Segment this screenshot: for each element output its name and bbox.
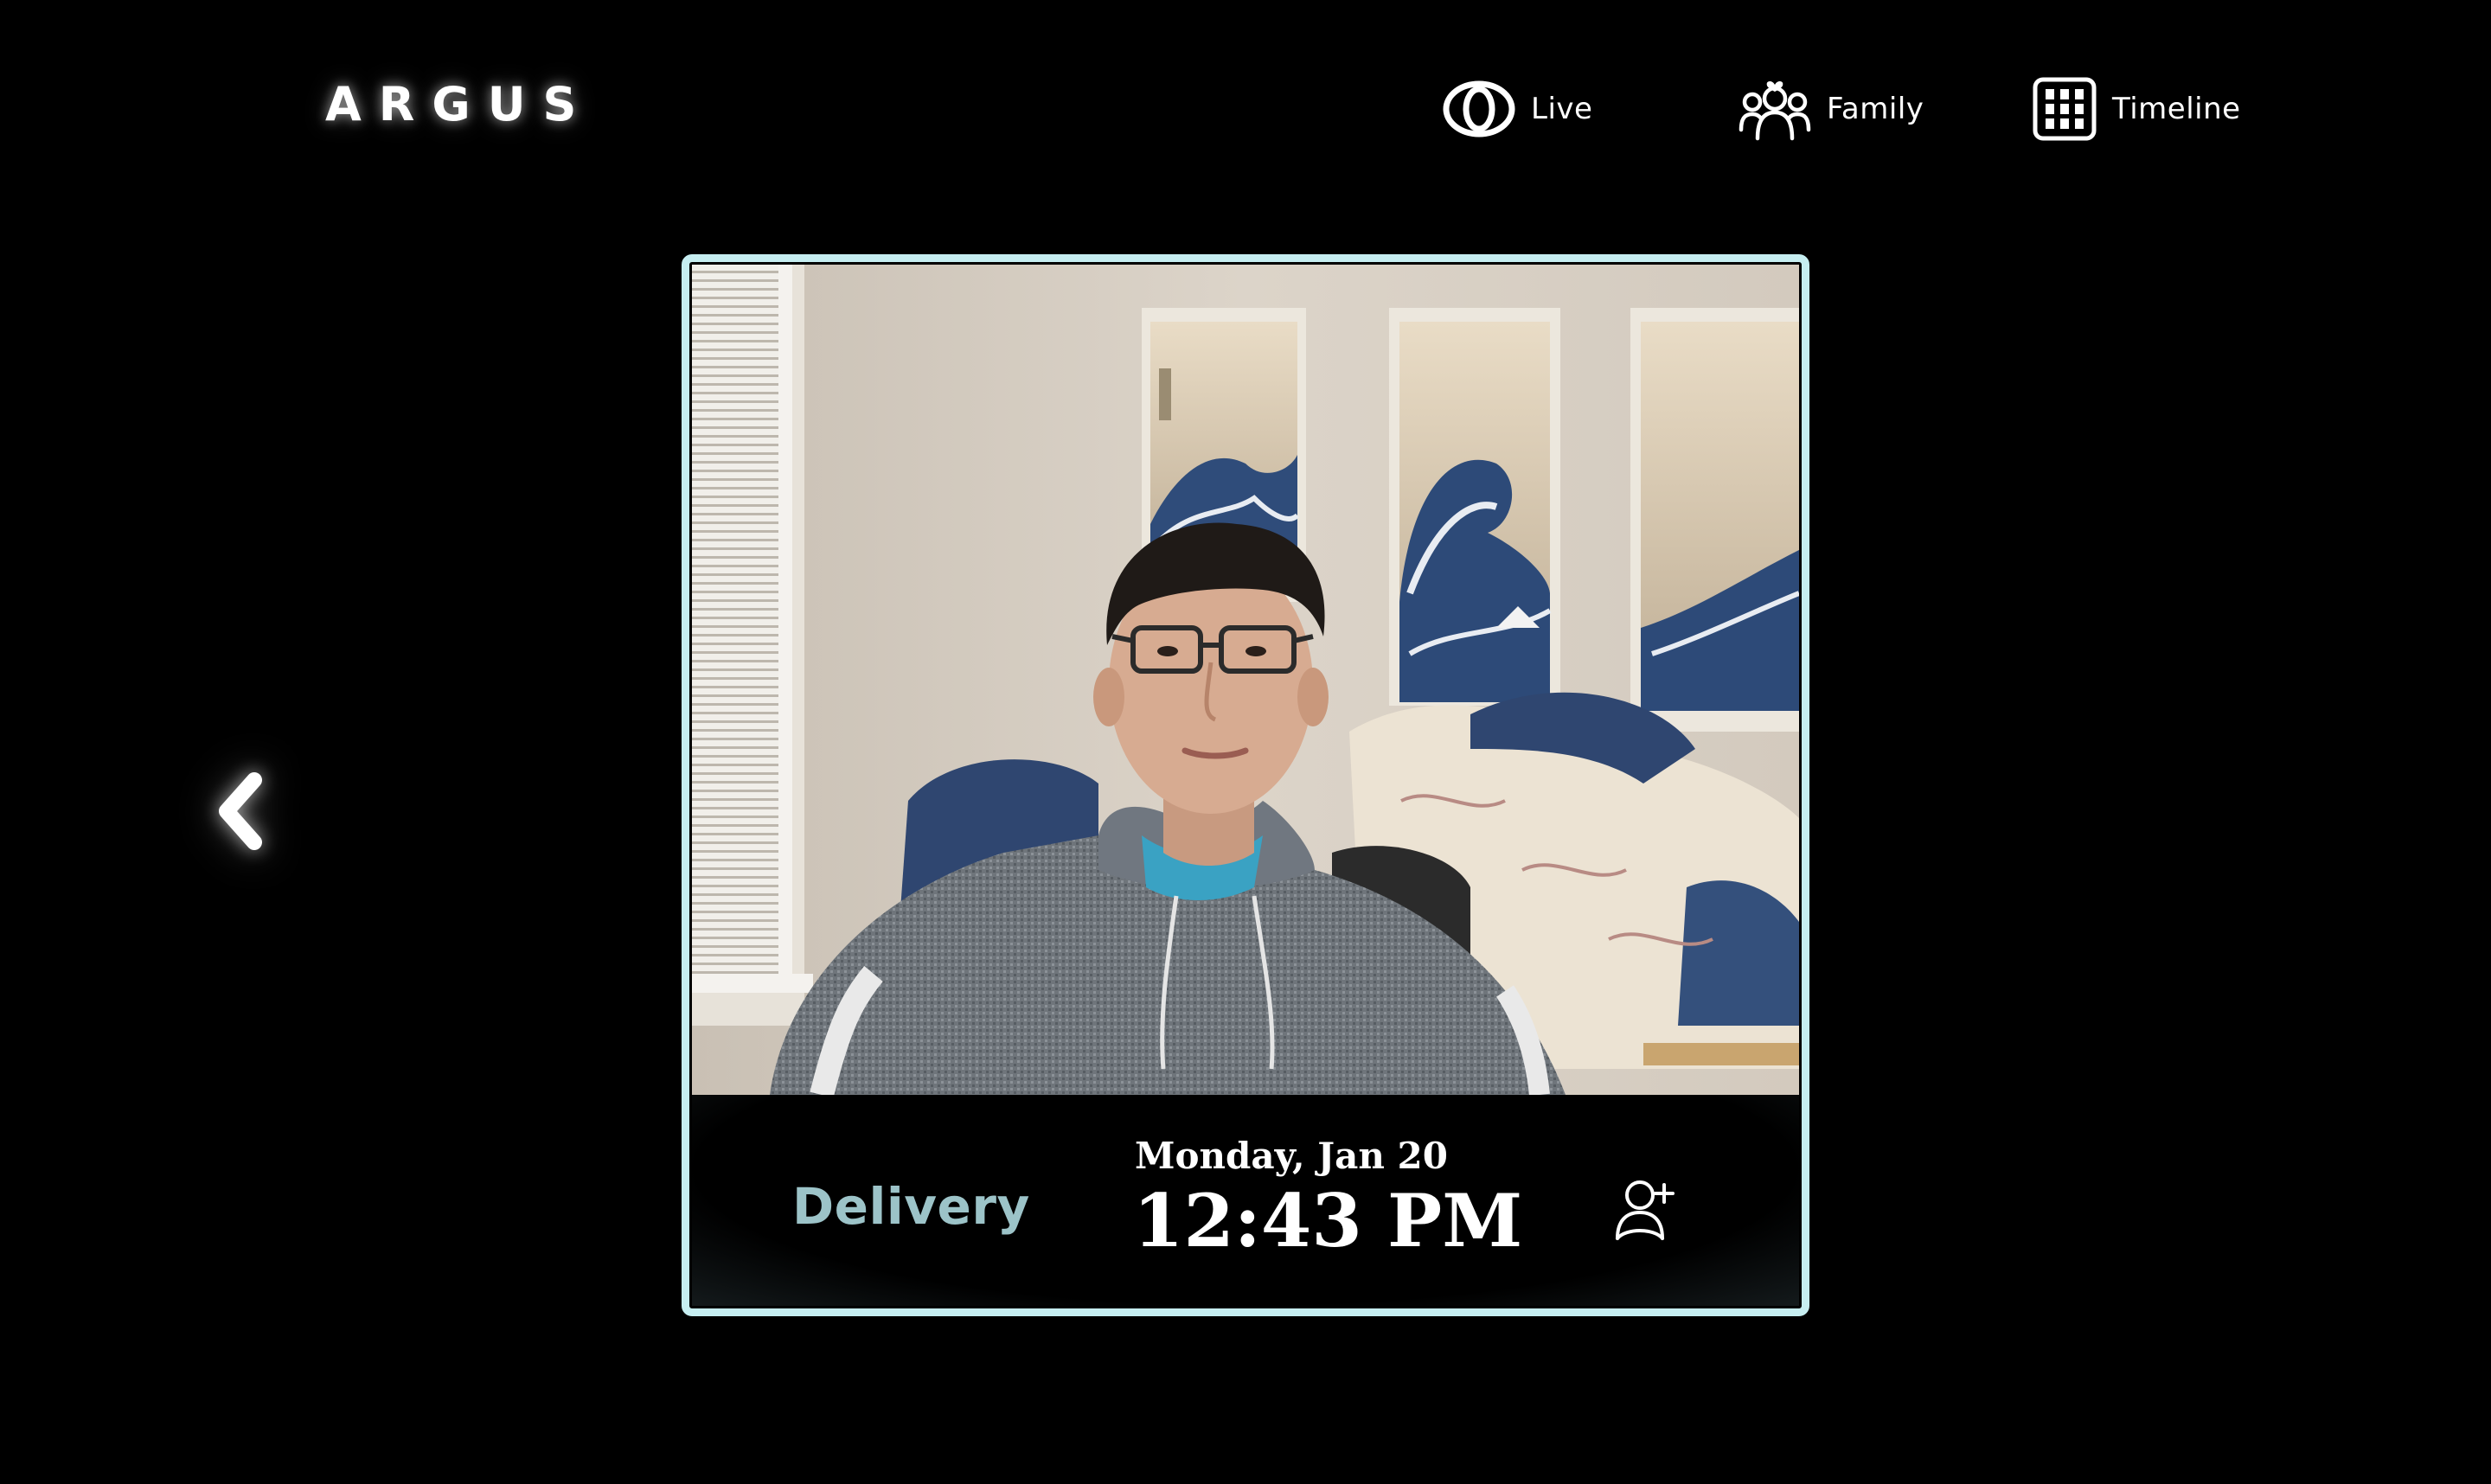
family-icon: [1739, 76, 1811, 142]
nav-timeline-label: Timeline: [2112, 92, 2241, 126]
nav-family[interactable]: Family: [1739, 73, 1924, 145]
snapshot-card[interactable]: Delivery Monday, Jan 20 12:43 PM: [682, 254, 1809, 1316]
eye-icon: [1443, 79, 1515, 139]
nav-live[interactable]: Live: [1443, 73, 1592, 145]
event-date: Monday, Jan 20: [1135, 1135, 1448, 1177]
event-time: 12:43 PM: [1133, 1178, 1523, 1263]
add-person-icon[interactable]: [1612, 1176, 1678, 1242]
nav-family-label: Family: [1827, 92, 1924, 126]
grid-icon: [2033, 77, 2097, 141]
nav-timeline[interactable]: Timeline: [2033, 73, 2241, 145]
event-tag: Delivery: [792, 1177, 1030, 1236]
snapshot-info: Delivery Monday, Jan 20 12:43 PM: [692, 1095, 1799, 1306]
camera-snapshot: [692, 265, 1799, 1095]
app-logo: ARGUS: [325, 77, 594, 131]
chevron-left-icon[interactable]: [206, 768, 275, 854]
nav-live-label: Live: [1531, 92, 1593, 126]
